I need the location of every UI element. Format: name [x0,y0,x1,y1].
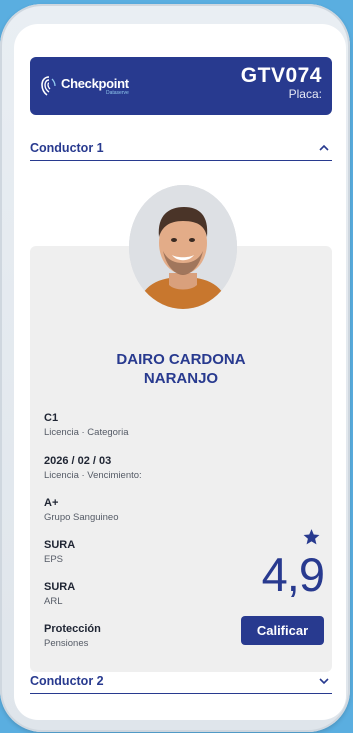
field-label: Licencia · Categoria [44,427,129,438]
driver-name-line2: NARANJO [143,370,219,387]
driver-name-line1: DAIRO CARDONA [116,351,246,368]
field-value: Protección [44,623,101,635]
field-label: EPS [44,554,64,565]
field-value: SURA [44,539,76,551]
section-title: Conductor 2 [30,673,104,688]
plate-block: GTV074 Placa: [241,65,322,100]
section-conductor-2[interactable]: Conductor 2 [30,668,332,694]
chevron-up-icon[interactable] [318,142,330,154]
license-expiration-field: 2026 / 02 / 03 Licencia · Vencimiento: [44,456,142,481]
chevron-down-icon[interactable] [318,675,330,687]
plate-label: Placa: [288,87,322,101]
pension-field: Protección Pensiones [44,624,101,649]
logo-name: Checkpoint [61,75,129,91]
app-screen: Checkpoint Dataserve GTV074 Placa: Condu… [14,24,346,720]
app-header: Checkpoint Dataserve GTV074 Placa: [30,57,332,115]
field-value: 2026 / 02 / 03 [44,455,112,467]
field-value: SURA [44,581,76,593]
driver-rating: 4,9 [261,548,325,601]
blood-type-field: A+ Grupo Sanguineo [44,498,118,523]
field-label: Grupo Sanguineo [44,512,119,523]
arl-field: SURA ARL [44,582,75,607]
checkpoint-logo: Checkpoint Dataserve [40,71,129,101]
field-label: Pensiones [44,638,89,649]
plate-number: GTV074 [240,64,322,87]
section-conductor-1[interactable]: Conductor 1 [30,135,332,161]
driver-photo [129,185,237,309]
fingerprint-icon [41,76,56,96]
eps-field: SURA EPS [44,540,75,565]
license-category-field: C1 Licencia · Categoria [44,413,129,438]
field-value: A+ [44,497,59,509]
driver-name: DAIRO CARDONA NARANJO [30,350,332,388]
driver-card: DAIRO CARDONA NARANJO C1 Licencia · Cate… [30,246,332,672]
logo-subtitle: Dataserve [106,89,129,96]
rate-button[interactable]: Calificar [241,616,324,645]
field-label: Licencia · Vencimiento: [44,470,142,481]
field-value: C1 [44,412,59,424]
star-icon [303,529,320,545]
section-title: Conductor 1 [30,140,104,155]
phone-frame: Checkpoint Dataserve GTV074 Placa: Condu… [0,4,350,732]
field-label: ARL [44,596,63,607]
driver-avatar [129,185,237,309]
